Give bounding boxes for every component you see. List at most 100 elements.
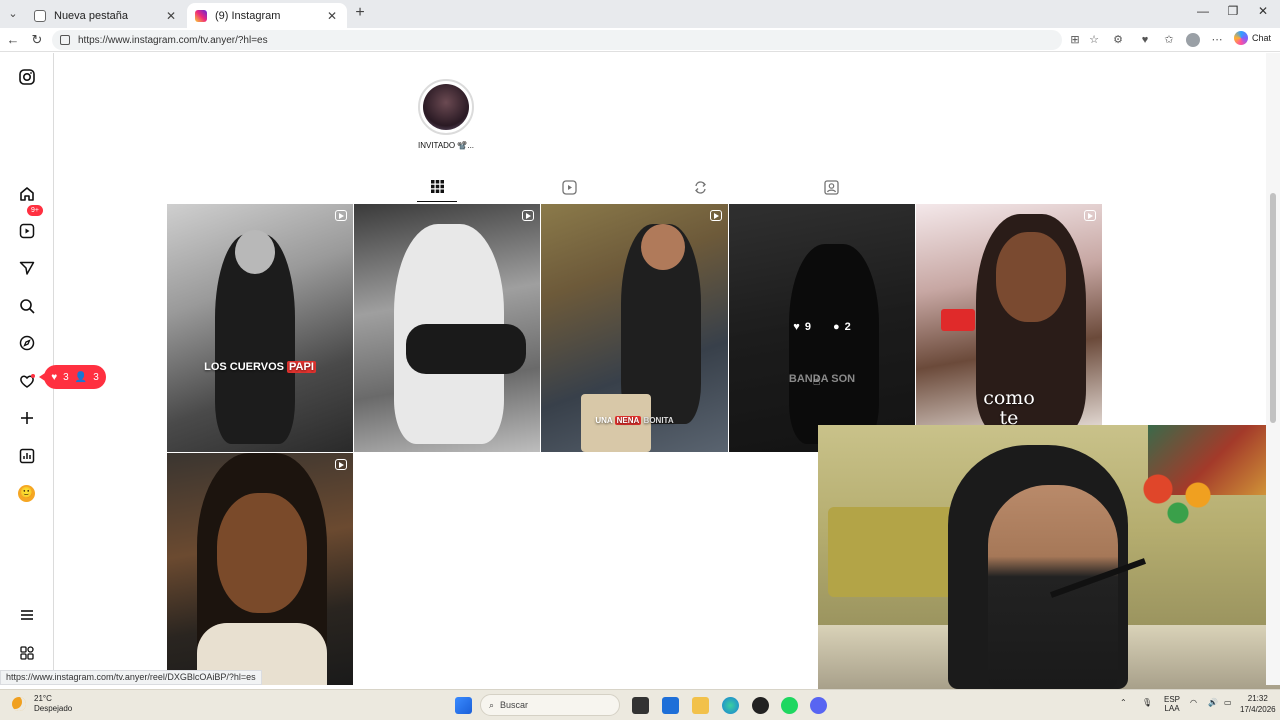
tab-instagram[interactable]: (9) Instagram ✕ [187, 3, 347, 28]
app-icon[interactable] [752, 697, 769, 714]
reel-icon [335, 459, 347, 470]
restore-icon[interactable]: ❐ [1218, 4, 1248, 22]
browser-essentials-icon[interactable]: ♥ [1138, 33, 1152, 47]
more-menu-icon[interactable]: ⋯ [1210, 33, 1224, 47]
reel-icon [335, 210, 347, 221]
heart-icon: ♥ [51, 371, 58, 383]
activity-notification-pill[interactable]: ♥ 3 👤 3 [39, 365, 106, 389]
likes-stat: ♥ 9 [793, 321, 811, 333]
task-view-icon[interactable] [632, 697, 649, 714]
new-tab-plus-icon[interactable]: + [352, 4, 368, 22]
reels-icon[interactable] [17, 221, 37, 241]
face-shape [217, 493, 307, 613]
page-scrollbar[interactable] [1266, 53, 1280, 685]
minimize-icon[interactable]: — [1188, 4, 1218, 22]
app-available-icon[interactable]: ⊞ [1068, 33, 1082, 47]
favorite-star-icon[interactable]: ☆ [1087, 33, 1101, 47]
instagram-favicon-icon [195, 9, 207, 22]
windows-start-icon[interactable] [455, 697, 472, 714]
language-code: ESP [1164, 695, 1181, 704]
also-from-meta-icon[interactable] [17, 643, 37, 663]
tray-chevron-icon[interactable]: ⌃ [1120, 698, 1127, 707]
reel-thumbnail[interactable]: como te [916, 204, 1102, 426]
dashboard-icon[interactable] [17, 446, 37, 466]
close-icon[interactable]: ✕ [164, 9, 178, 23]
red-light-shape [941, 309, 975, 331]
legs-shape [406, 324, 526, 374]
reload-icon[interactable]: ↻ [28, 31, 46, 49]
reel-icon [710, 210, 722, 221]
temperature: 21°C [34, 694, 52, 703]
tab-reposts[interactable] [680, 172, 720, 202]
site-info-icon[interactable] [60, 35, 70, 45]
copilot-icon [1234, 31, 1248, 45]
mouse-cursor-icon: ☝ [813, 374, 821, 388]
reel-thumbnail-hovered[interactable]: ♥ 9 ● 2 BANDA SON ☝ [729, 204, 915, 452]
file-explorer-icon[interactable] [692, 697, 709, 714]
repost-icon [694, 180, 706, 194]
explore-compass-icon[interactable] [17, 333, 37, 353]
profile-avatar-icon[interactable] [1186, 33, 1200, 47]
reel-thumbnail[interactable] [167, 453, 353, 685]
moon-icon [12, 697, 26, 711]
more-hamburger-icon[interactable] [17, 605, 37, 625]
create-plus-icon[interactable] [17, 408, 37, 428]
favorites-icon[interactable]: ✩ [1162, 33, 1176, 47]
microphone-icon[interactable]: 🎙 [1142, 698, 1152, 707]
scrollbar-thumb[interactable] [1270, 193, 1276, 423]
discord-icon[interactable] [810, 697, 827, 714]
language-indicator[interactable]: ESP LAA [1164, 695, 1180, 713]
heart-icon: ♥ [793, 321, 800, 333]
instagram-logo-icon[interactable] [17, 67, 37, 87]
messages-unread-badge: 9+ [27, 205, 43, 216]
tab-actions-chevron-icon[interactable]: ⌄ [4, 4, 22, 22]
notifications-heart-icon[interactable] [17, 371, 37, 391]
tagged-person-icon [823, 179, 839, 195]
browser-tabstrip: ⌄ Nueva pestaña ✕ (9) Instagram ✕ + — ❐ … [0, 0, 1280, 28]
profile-tabs [167, 172, 1102, 202]
tab-tagged[interactable] [811, 172, 851, 202]
reel-thumbnail[interactable]: LOS CUERVOS PAPI [167, 204, 353, 452]
webcam-overlay [818, 425, 1280, 689]
search-icon: ⌕ [489, 699, 495, 710]
home-icon[interactable] [17, 184, 37, 204]
wifi-icon[interactable]: ◠ [1190, 698, 1197, 707]
clock-date: 17/4/2026 [1240, 705, 1276, 714]
edge-icon[interactable] [722, 697, 739, 714]
messages-icon[interactable] [17, 258, 37, 278]
reel-thumbnail[interactable]: UNA NENA BONITA [541, 204, 728, 452]
url-field[interactable]: https://www.instagram.com/tv.anyer/?hl=e… [52, 30, 1062, 50]
search-icon[interactable] [17, 296, 37, 316]
streamer-silhouette [988, 485, 1118, 689]
reel-caption: BANDA SON [788, 373, 856, 385]
story-highlight[interactable] [418, 79, 474, 135]
store-icon[interactable] [662, 697, 679, 714]
weather-widget[interactable]: 21°C Despejado [12, 694, 72, 714]
volume-icon[interactable]: 🔊 [1208, 698, 1218, 707]
taskbar-search[interactable]: ⌕ Buscar [480, 694, 620, 716]
tab-reels[interactable] [549, 172, 589, 202]
tab-new-tab[interactable]: Nueva pestaña ✕ [26, 3, 186, 28]
back-arrow-icon[interactable]: ← [4, 31, 22, 49]
close-icon[interactable]: ✕ [325, 9, 339, 23]
system-clock[interactable]: 21:32 17/4/2026 [1240, 693, 1276, 715]
follows-count: 3 [93, 371, 99, 383]
window-close-icon[interactable]: ✕ [1248, 4, 1278, 22]
reel-stats: ♥ 9 ● 2 [729, 321, 915, 333]
windows-taskbar: 21°C Despejado ⌕ Buscar ⌃ 🎙 ESP LAA ◠ 🔊 … [0, 689, 1280, 720]
reel-caption: LOS CUERVOS PAPI [204, 361, 316, 373]
spotify-icon[interactable] [781, 697, 798, 714]
extensions-icon[interactable]: ⚙ [1111, 33, 1125, 47]
profile-avatar[interactable]: 🙂 [18, 485, 35, 502]
copilot-chat-button[interactable]: Chat [1234, 31, 1271, 45]
face-shape [641, 224, 685, 270]
reels-icon [561, 179, 577, 195]
weather-condition: Despejado [34, 704, 73, 713]
reel-thumbnail[interactable] [354, 204, 540, 452]
address-bar-row: ← ↻ https://www.instagram.com/tv.anyer/?… [0, 28, 1280, 52]
status-link-preview: https://www.instagram.com/tv.anyer/reel/… [0, 670, 262, 685]
battery-icon[interactable]: ▭ [1224, 698, 1232, 707]
tab-label: Nueva pestaña [54, 9, 128, 22]
tab-posts-grid[interactable] [417, 172, 457, 202]
grid-icon [430, 180, 444, 193]
